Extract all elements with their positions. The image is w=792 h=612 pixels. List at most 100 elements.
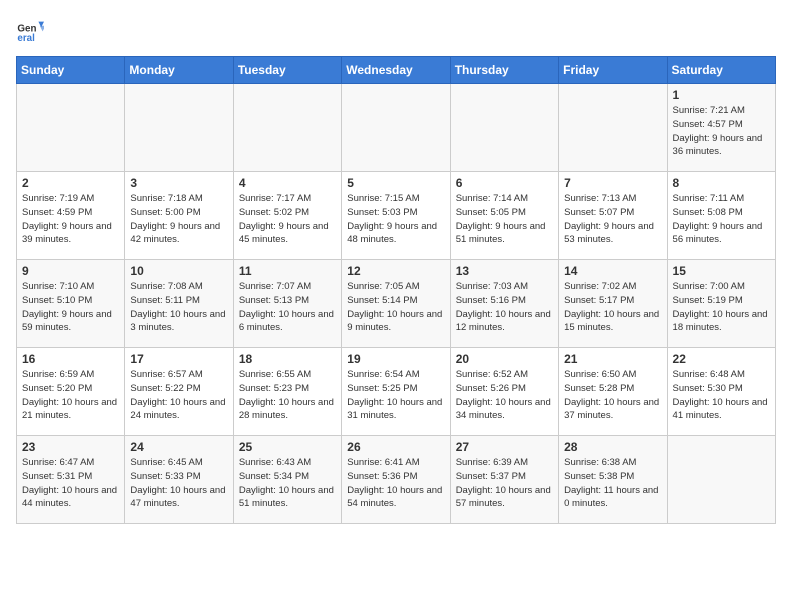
calendar-cell: 4 Sunrise: 7:17 AM Sunset: 5:02 PM Daylig…	[233, 172, 341, 260]
calendar-header-row: SundayMondayTuesdayWednesdayThursdayFrid…	[17, 57, 776, 84]
page-header: Gen eral	[16, 16, 776, 44]
calendar-cell: 23 Sunrise: 6:47 AM Sunset: 5:31 PM Dayli…	[17, 436, 125, 524]
calendar-cell: 16 Sunrise: 6:59 AM Sunset: 5:20 PM Dayli…	[17, 348, 125, 436]
day-info: Sunrise: 7:14 AM Sunset: 5:05 PM Dayligh…	[456, 192, 553, 247]
day-number: 22	[673, 352, 770, 366]
logo: Gen eral	[16, 16, 48, 44]
calendar-cell: 10Sunrise: 7:08 AM Sunset: 5:11 PM Dayli…	[125, 260, 233, 348]
calendar-table: SundayMondayTuesdayWednesdayThursdayFrid…	[16, 56, 776, 524]
calendar-cell	[342, 84, 450, 172]
calendar-cell: 17 Sunrise: 6:57 AM Sunset: 5:22 PM Dayli…	[125, 348, 233, 436]
calendar-cell: 18 Sunrise: 6:55 AM Sunset: 5:23 PM Dayli…	[233, 348, 341, 436]
day-info: Sunrise: 6:48 AM Sunset: 5:30 PM Dayligh…	[673, 368, 770, 423]
day-info: Sunrise: 7:11 AM Sunset: 5:08 PM Dayligh…	[673, 192, 770, 247]
day-number: 3	[130, 176, 227, 190]
day-number: 15	[673, 264, 770, 278]
svg-text:eral: eral	[17, 33, 35, 44]
calendar-week-row: 2 Sunrise: 7:19 AM Sunset: 4:59 PM Daylig…	[17, 172, 776, 260]
calendar-cell: 1 Sunrise: 7:21 AM Sunset: 4:57 PM Daylig…	[667, 84, 775, 172]
day-number: 14	[564, 264, 661, 278]
day-number: 26	[347, 440, 444, 454]
calendar-cell: 6 Sunrise: 7:14 AM Sunset: 5:05 PM Daylig…	[450, 172, 558, 260]
day-info: Sunrise: 6:39 AM Sunset: 5:37 PM Dayligh…	[456, 456, 553, 511]
day-number: 7	[564, 176, 661, 190]
day-number: 27	[456, 440, 553, 454]
calendar-cell: 26 Sunrise: 6:41 AM Sunset: 5:36 PM Dayli…	[342, 436, 450, 524]
calendar-week-row: 9 Sunrise: 7:10 AM Sunset: 5:10 PM Daylig…	[17, 260, 776, 348]
day-number: 19	[347, 352, 444, 366]
calendar-cell: 11 Sunrise: 7:07 AM Sunset: 5:13 PM Dayli…	[233, 260, 341, 348]
day-info: Sunrise: 6:59 AM Sunset: 5:20 PM Dayligh…	[22, 368, 119, 423]
weekday-header: Sunday	[17, 57, 125, 84]
day-number: 2	[22, 176, 119, 190]
calendar-cell: 14 Sunrise: 7:02 AM Sunset: 5:17 PM Dayli…	[559, 260, 667, 348]
day-number: 5	[347, 176, 444, 190]
calendar-cell: 28 Sunrise: 6:38 AM Sunset: 5:38 PM Dayli…	[559, 436, 667, 524]
day-number: 1	[673, 88, 770, 102]
calendar-cell: 22 Sunrise: 6:48 AM Sunset: 5:30 PM Dayli…	[667, 348, 775, 436]
day-info: Sunrise: 7:15 AM Sunset: 5:03 PM Dayligh…	[347, 192, 444, 247]
calendar-cell: 24 Sunrise: 6:45 AM Sunset: 5:33 PM Dayli…	[125, 436, 233, 524]
day-number: 18	[239, 352, 336, 366]
day-info: Sunrise: 7:07 AM Sunset: 5:13 PM Dayligh…	[239, 280, 336, 335]
day-info: Sunrise: 7:19 AM Sunset: 4:59 PM Dayligh…	[22, 192, 119, 247]
calendar-cell	[17, 84, 125, 172]
weekday-header: Tuesday	[233, 57, 341, 84]
day-number: 28	[564, 440, 661, 454]
day-info: Sunrise: 6:43 AM Sunset: 5:34 PM Dayligh…	[239, 456, 336, 511]
calendar-cell: 7 Sunrise: 7:13 AM Sunset: 5:07 PM Daylig…	[559, 172, 667, 260]
day-number: 10	[130, 264, 227, 278]
calendar-cell: 27 Sunrise: 6:39 AM Sunset: 5:37 PM Dayli…	[450, 436, 558, 524]
day-info: Sunrise: 6:52 AM Sunset: 5:26 PM Dayligh…	[456, 368, 553, 423]
day-info: Sunrise: 6:38 AM Sunset: 5:38 PM Dayligh…	[564, 456, 661, 511]
calendar-cell: 21 Sunrise: 6:50 AM Sunset: 5:28 PM Dayli…	[559, 348, 667, 436]
day-info: Sunrise: 6:45 AM Sunset: 5:33 PM Dayligh…	[130, 456, 227, 511]
calendar-cell	[125, 84, 233, 172]
day-number: 23	[22, 440, 119, 454]
day-number: 6	[456, 176, 553, 190]
calendar-cell	[450, 84, 558, 172]
day-info: Sunrise: 6:54 AM Sunset: 5:25 PM Dayligh…	[347, 368, 444, 423]
calendar-cell	[559, 84, 667, 172]
calendar-week-row: 23 Sunrise: 6:47 AM Sunset: 5:31 PM Dayli…	[17, 436, 776, 524]
day-number: 21	[564, 352, 661, 366]
day-number: 16	[22, 352, 119, 366]
logo-icon: Gen eral	[16, 16, 44, 44]
calendar-week-row: 1 Sunrise: 7:21 AM Sunset: 4:57 PM Daylig…	[17, 84, 776, 172]
calendar-cell: 20 Sunrise: 6:52 AM Sunset: 5:26 PM Dayli…	[450, 348, 558, 436]
day-info: Sunrise: 7:10 AM Sunset: 5:10 PM Dayligh…	[22, 280, 119, 335]
day-number: 24	[130, 440, 227, 454]
day-info: Sunrise: 6:50 AM Sunset: 5:28 PM Dayligh…	[564, 368, 661, 423]
day-info: Sunrise: 6:57 AM Sunset: 5:22 PM Dayligh…	[130, 368, 227, 423]
day-number: 8	[673, 176, 770, 190]
day-info: Sunrise: 7:00 AM Sunset: 5:19 PM Dayligh…	[673, 280, 770, 335]
day-info: Sunrise: 6:47 AM Sunset: 5:31 PM Dayligh…	[22, 456, 119, 511]
weekday-header: Saturday	[667, 57, 775, 84]
day-number: 20	[456, 352, 553, 366]
calendar-cell: 19 Sunrise: 6:54 AM Sunset: 5:25 PM Dayli…	[342, 348, 450, 436]
weekday-header: Monday	[125, 57, 233, 84]
calendar-cell: 12 Sunrise: 7:05 AM Sunset: 5:14 PM Dayli…	[342, 260, 450, 348]
day-number: 11	[239, 264, 336, 278]
day-info: Sunrise: 7:02 AM Sunset: 5:17 PM Dayligh…	[564, 280, 661, 335]
day-number: 17	[130, 352, 227, 366]
weekday-header: Wednesday	[342, 57, 450, 84]
day-number: 12	[347, 264, 444, 278]
day-number: 9	[22, 264, 119, 278]
day-info: Sunrise: 7:05 AM Sunset: 5:14 PM Dayligh…	[347, 280, 444, 335]
day-info: Sunrise: 7:21 AM Sunset: 4:57 PM Dayligh…	[673, 104, 770, 159]
calendar-cell	[233, 84, 341, 172]
day-info: Sunrise: 7:17 AM Sunset: 5:02 PM Dayligh…	[239, 192, 336, 247]
day-info: Sunrise: 6:41 AM Sunset: 5:36 PM Dayligh…	[347, 456, 444, 511]
day-info: Sunrise: 6:55 AM Sunset: 5:23 PM Dayligh…	[239, 368, 336, 423]
calendar-week-row: 16 Sunrise: 6:59 AM Sunset: 5:20 PM Dayli…	[17, 348, 776, 436]
weekday-header: Thursday	[450, 57, 558, 84]
calendar-cell: 15 Sunrise: 7:00 AM Sunset: 5:19 PM Dayli…	[667, 260, 775, 348]
weekday-header: Friday	[559, 57, 667, 84]
calendar-cell: 25Sunrise: 6:43 AM Sunset: 5:34 PM Dayli…	[233, 436, 341, 524]
day-number: 4	[239, 176, 336, 190]
calendar-cell: 3Sunrise: 7:18 AM Sunset: 5:00 PM Daylig…	[125, 172, 233, 260]
calendar-cell: 2 Sunrise: 7:19 AM Sunset: 4:59 PM Daylig…	[17, 172, 125, 260]
day-info: Sunrise: 7:13 AM Sunset: 5:07 PM Dayligh…	[564, 192, 661, 247]
calendar-cell	[667, 436, 775, 524]
